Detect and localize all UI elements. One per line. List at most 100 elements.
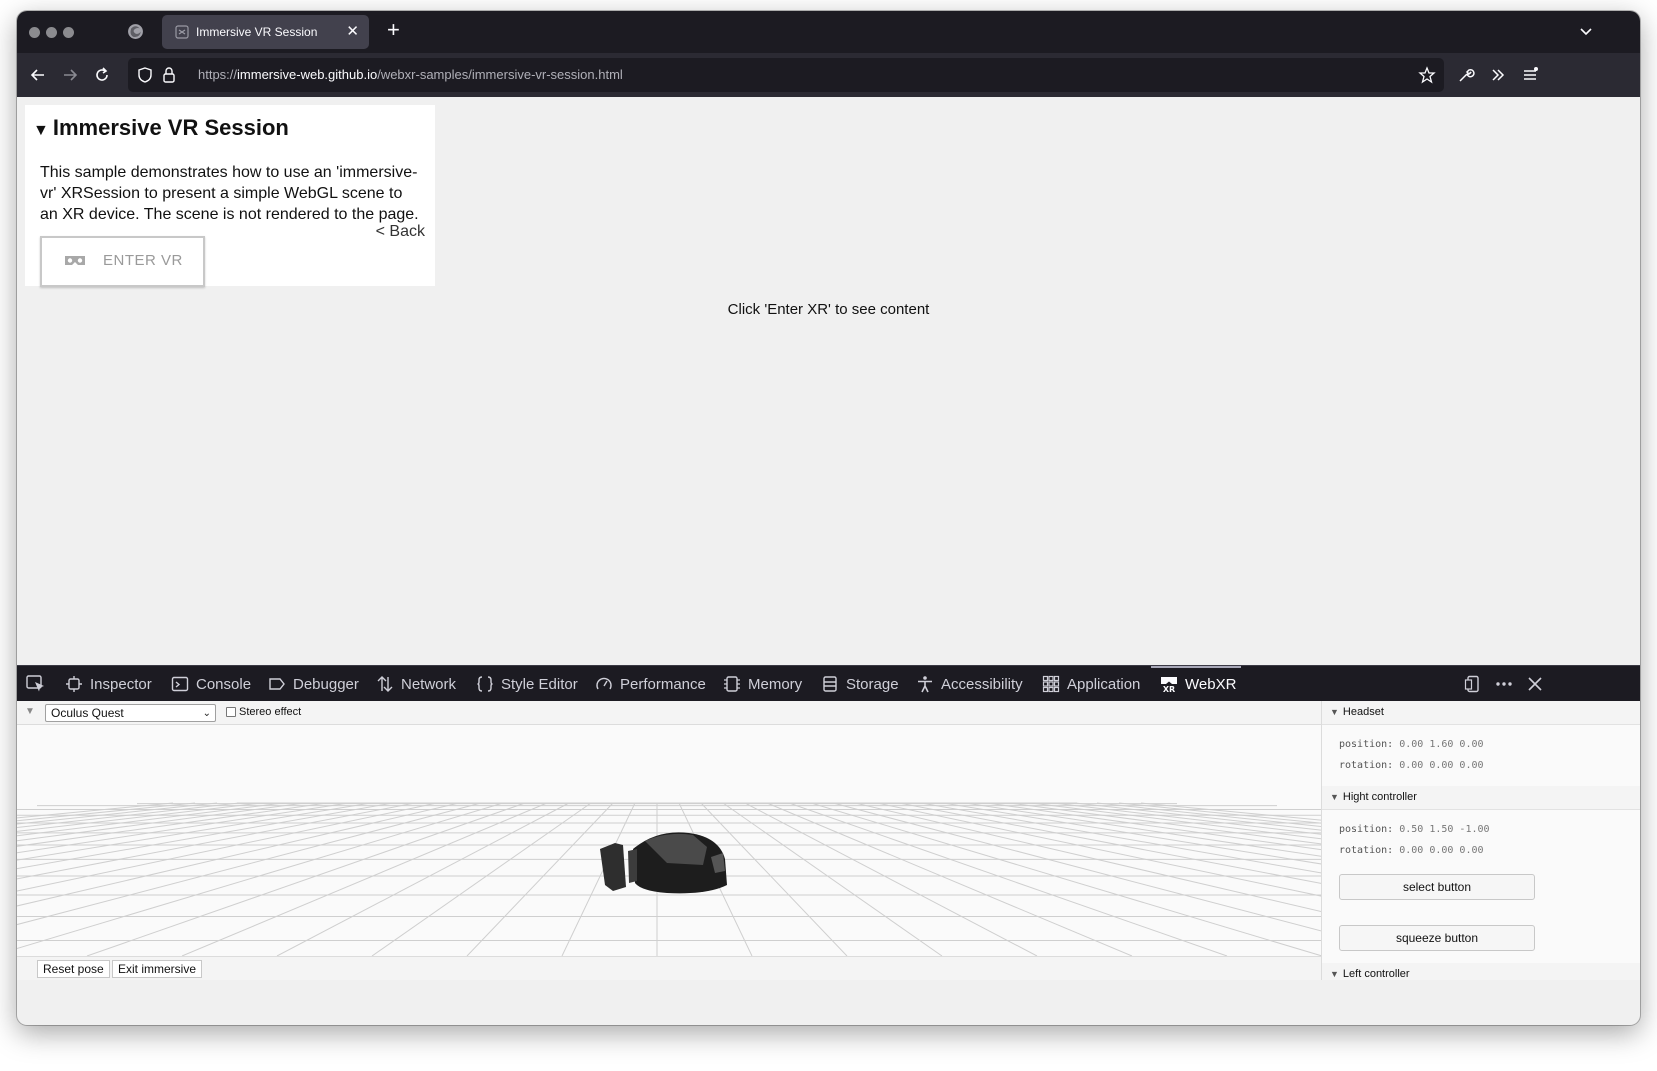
style-editor-icon — [477, 676, 493, 692]
url-scheme: https:// — [198, 67, 238, 82]
reset-pose-button[interactable]: Reset pose — [37, 960, 110, 978]
tab-title: Immersive VR Session — [196, 25, 318, 39]
accessibility-icon — [918, 676, 932, 693]
devtools-toolbar: Inspector Console Debugger Network Style… — [17, 665, 1640, 701]
page-title-text: Immersive VR Session — [52, 115, 289, 140]
forward-arrow-icon[interactable] — [61, 66, 79, 84]
headset-section-header[interactable]: ▼ Headset — [1322, 701, 1640, 725]
minimize-window-icon[interactable] — [46, 27, 57, 38]
scene-canvas — [17, 802, 1321, 956]
reload-icon[interactable] — [93, 66, 111, 84]
page-title[interactable]: ▼ Immersive VR Session — [33, 115, 289, 141]
network-icon — [377, 676, 393, 692]
headset-rotation: rotation: 0.00 0.00 0.00 — [1339, 760, 1484, 771]
tab-label: Network — [401, 675, 457, 693]
chevron-down-icon[interactable] — [1578, 23, 1594, 39]
webxr-toolbar: ▼ Oculus Quest ⌄ Stereo effect — [17, 701, 1321, 725]
stereo-effect-checkbox[interactable]: Stereo effect — [226, 706, 301, 718]
tab-immersive-vr-session[interactable]: Immersive VR Session ✕ — [162, 15, 369, 49]
tab-label: Style Editor — [501, 675, 578, 693]
new-tab-icon[interactable]: + — [387, 18, 400, 42]
tab-label: Performance — [620, 675, 706, 693]
responsive-design-icon[interactable] — [1464, 675, 1482, 693]
svg-text:XR: XR — [1163, 685, 1175, 693]
property-value[interactable]: 0.00 0.00 0.00 — [1399, 845, 1483, 856]
select-button[interactable]: select button — [1339, 874, 1535, 900]
devtools-tab-network[interactable]: Network — [376, 666, 456, 702]
squeeze-button[interactable]: squeeze button — [1339, 925, 1535, 951]
devtools-tab-accessibility[interactable]: Accessibility — [916, 666, 1023, 702]
right-controller-rotation: rotation: 0.00 0.00 0.00 — [1339, 845, 1484, 856]
property-value[interactable]: 0.50 1.50 -1.00 — [1399, 824, 1489, 835]
back-arrow-icon[interactable] — [29, 66, 47, 84]
lock-icon[interactable] — [162, 66, 176, 84]
tab-label: Console — [196, 675, 252, 693]
disclosure-triangle-icon[interactable]: ▼ — [33, 122, 49, 139]
collapse-triangle-icon[interactable]: ▼ — [25, 706, 35, 717]
vr-headset-icon — [65, 256, 85, 265]
disclosure-triangle-icon: ▼ — [1330, 969, 1339, 979]
right-controller-position: position: 0.50 1.50 -1.00 — [1339, 824, 1490, 835]
overflow-chevron-icon[interactable] — [1489, 66, 1507, 84]
page-description: This sample demonstrates how to use an '… — [40, 164, 419, 223]
url-host: immersive-web.github.io — [237, 67, 378, 82]
left-controller-section-header[interactable]: ▼ Left controller — [1322, 963, 1640, 980]
property-value[interactable]: 0.00 1.60 0.00 — [1399, 739, 1483, 750]
devtools-tab-memory[interactable]: Memory — [723, 666, 802, 702]
devtools-tab-style-editor[interactable]: Style Editor — [476, 666, 578, 702]
right-controller-section-header[interactable]: ▼ Hight controller — [1322, 786, 1640, 810]
shield-icon[interactable] — [137, 66, 153, 84]
center-message: Click 'Enter XR' to see content — [727, 301, 930, 318]
headset-position: position: 0.00 1.60 0.00 — [1339, 739, 1484, 750]
device-select[interactable]: Oculus Quest ⌄ — [45, 704, 216, 722]
close-devtools-icon[interactable] — [1526, 675, 1544, 693]
tab-label: Accessibility — [941, 675, 1023, 693]
disclosure-triangle-icon: ▼ — [1330, 792, 1339, 802]
headset-model[interactable] — [600, 832, 727, 894]
browser-window: Immersive VR Session ✕ + https://immersi… — [17, 11, 1640, 1025]
devtools-tab-application[interactable]: Application — [1042, 666, 1140, 702]
bookmark-star-icon[interactable] — [1418, 66, 1436, 84]
property-label: rotation: — [1339, 845, 1394, 856]
devtools-tab-storage[interactable]: Storage — [821, 666, 899, 702]
more-options-icon[interactable] — [1495, 675, 1513, 693]
navigation-toolbar: https://immersive-web.github.io/webxr-sa… — [17, 53, 1640, 97]
url-path: /webxr-samples/immersive-vr-session.html — [377, 67, 623, 82]
address-bar[interactable]: https://immersive-web.github.io/webxr-sa… — [128, 58, 1444, 92]
debugger-icon — [269, 678, 285, 690]
app-menu-icon[interactable] — [1521, 66, 1539, 84]
application-icon — [1042, 675, 1060, 693]
url-text[interactable]: https://immersive-web.github.io/webxr-sa… — [198, 67, 623, 82]
devtools-tab-webxr[interactable]: XR WebXR — [1160, 666, 1236, 702]
checkbox-icon[interactable] — [226, 707, 236, 717]
tab-strip: Immersive VR Session ✕ + — [17, 11, 1640, 53]
webxr-bottom-bar: Reset pose Exit immersive — [17, 956, 1321, 980]
devtools-tab-console[interactable]: Console — [171, 666, 251, 702]
property-label: position: — [1339, 824, 1394, 835]
firefox-view-icon[interactable] — [127, 23, 144, 40]
device-select-value: Oculus Quest — [51, 706, 124, 720]
devtools-tab-debugger[interactable]: Debugger — [268, 666, 359, 702]
section-title: Headset — [1342, 706, 1384, 718]
close-window-icon[interactable] — [29, 27, 40, 38]
wrench-icon[interactable] — [1457, 66, 1475, 84]
devtools-tab-performance[interactable]: Performance — [595, 666, 706, 702]
inspector-icon — [66, 676, 82, 692]
back-link[interactable]: < Back — [376, 223, 425, 241]
stereo-effect-label: Stereo effect — [239, 706, 302, 718]
close-tab-icon[interactable]: ✕ — [346, 22, 359, 40]
enter-vr-button[interactable]: ENTER VR — [40, 236, 205, 287]
exit-immersive-button[interactable]: Exit immersive — [112, 960, 203, 978]
maximize-window-icon[interactable] — [63, 27, 74, 38]
section-title: Left controller — [1342, 968, 1410, 980]
enter-vr-label: ENTER VR — [103, 252, 183, 269]
page-content: ▼ Immersive VR Session This sample demons… — [17, 97, 1640, 665]
xr-scene-viewport[interactable] — [17, 725, 1321, 956]
section-title: Hight controller — [1342, 791, 1417, 803]
devtools-tab-inspector[interactable]: Inspector — [65, 666, 152, 702]
performance-icon — [596, 677, 612, 690]
property-value[interactable]: 0.00 0.00 0.00 — [1399, 760, 1483, 771]
device-properties-panel: ▼ Headset position: 0.00 1.60 0.00 rotati… — [1321, 701, 1640, 980]
tab-label: WebXR — [1185, 675, 1237, 693]
element-picker-icon[interactable] — [26, 675, 46, 693]
